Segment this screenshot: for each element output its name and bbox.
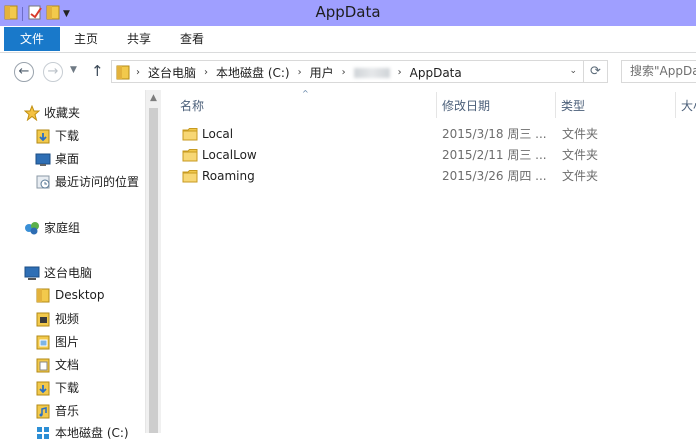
nav-label: 下载: [55, 129, 80, 143]
breadcrumb-username-redacted[interactable]: [353, 67, 390, 78]
file-date: 2015/3/26 周四 ...: [442, 169, 547, 183]
tab-view[interactable]: 查看: [180, 27, 204, 51]
recent-locations-button[interactable]: ▼: [70, 65, 77, 75]
breadcrumb-separator[interactable]: ›: [136, 67, 140, 78]
nav-label: 这台电脑: [44, 266, 93, 280]
file-date: 2015/3/18 周三 ...: [442, 127, 547, 141]
refresh-button[interactable]: ⟳: [584, 60, 608, 83]
homegroup-icon: [24, 220, 40, 236]
nav-label: 音乐: [55, 404, 80, 418]
nav-item-documents[interactable]: 文档: [35, 356, 79, 373]
address-history-button[interactable]: ⌄: [569, 66, 577, 76]
nav-item-music[interactable]: 音乐: [35, 402, 79, 419]
file-row[interactable]: Roaming 2015/3/26 周四 ... 文件夹: [177, 166, 696, 186]
nav-item-recent[interactable]: 最近访问的位置: [35, 173, 139, 190]
file-type: 文件夹: [562, 127, 599, 141]
window-title: AppData: [315, 3, 381, 21]
file-row[interactable]: LocalLow 2015/2/11 周三 ... 文件夹: [177, 145, 696, 165]
desktop-icon: [35, 151, 51, 167]
file-name: Roaming: [202, 169, 255, 183]
nav-this-pc[interactable]: 这台电脑: [24, 264, 92, 281]
music-folder-icon: [35, 403, 51, 419]
nav-favorites[interactable]: 收藏夹: [23, 104, 81, 121]
nav-label: Desktop: [55, 288, 105, 302]
tab-share[interactable]: 共享: [127, 27, 151, 51]
ribbon-tabs: 文件 主页 共享 查看: [0, 26, 696, 53]
address-bar[interactable]: › 这台电脑 › 本地磁盘 (C:) › 用户 › › AppData ⌄: [111, 60, 584, 83]
arrow-right-icon: →: [47, 64, 59, 79]
nav-label: 文档: [55, 358, 80, 372]
folder-icon: [182, 147, 198, 163]
breadcrumb-separator[interactable]: ›: [398, 67, 402, 78]
nav-item-videos[interactable]: 视频: [35, 310, 79, 327]
breadcrumb-current[interactable]: AppData: [410, 66, 462, 80]
file-row[interactable]: Local 2015/3/18 周三 ... 文件夹: [177, 124, 696, 144]
nav-label: 下载: [55, 381, 80, 395]
nav-homegroup[interactable]: 家庭组: [24, 219, 80, 236]
nav-item-downloads-pc[interactable]: 下载: [35, 379, 79, 396]
arrow-up-icon: ↑: [91, 62, 104, 80]
title-bar: ▼ AppData: [0, 0, 696, 26]
column-divider[interactable]: [436, 92, 437, 118]
star-icon: [23, 104, 41, 121]
breadcrumb-this-pc[interactable]: 这台电脑: [148, 64, 196, 81]
folder-icon: [182, 168, 198, 184]
column-header-type[interactable]: 类型: [561, 95, 585, 117]
recent-places-icon: [35, 174, 51, 190]
videos-folder-icon: [35, 311, 51, 327]
nav-pane-scrollbar[interactable]: ▲: [145, 90, 161, 433]
nav-item-downloads[interactable]: 下载: [35, 127, 79, 144]
scrollbar-thumb[interactable]: [149, 108, 158, 433]
breadcrumb: › 这台电脑 › 本地磁盘 (C:) › 用户 › › AppData: [136, 64, 462, 81]
file-type: 文件夹: [562, 169, 599, 183]
nav-label: 图片: [55, 335, 80, 349]
downloads-folder-icon: [35, 128, 51, 144]
breadcrumb-separator[interactable]: ›: [342, 67, 346, 78]
up-button[interactable]: ↑: [91, 62, 104, 80]
back-button[interactable]: ←: [14, 62, 34, 82]
search-input[interactable]: 搜索"AppData": [621, 60, 696, 83]
navigation-bar: ← → ▼ ↑ › 这台电脑 › 本地磁盘 (C:) › 用户 › › AppD…: [0, 53, 696, 90]
documents-folder-icon: [35, 357, 51, 373]
tab-file[interactable]: 文件: [4, 27, 60, 51]
folder-icon: [116, 64, 130, 83]
nav-item-desktop[interactable]: 桌面: [35, 150, 79, 167]
forward-button[interactable]: →: [43, 62, 63, 82]
nav-label: 视频: [55, 312, 80, 326]
chevron-down-icon: ▼: [70, 65, 77, 75]
file-type: 文件夹: [562, 148, 599, 162]
file-name: Local: [202, 127, 234, 141]
refresh-icon: ⟳: [590, 64, 601, 79]
computer-icon: [24, 265, 40, 281]
pictures-folder-icon: [35, 334, 51, 350]
breadcrumb-separator[interactable]: ›: [298, 67, 302, 78]
nav-label: 收藏夹: [44, 106, 81, 120]
nav-label: 最近访问的位置: [55, 175, 140, 189]
file-list: ^ 名称 修改日期 类型 大小 Local 2015/3/18 周三 ... 文…: [162, 89, 696, 433]
column-header-date[interactable]: 修改日期: [442, 95, 490, 117]
folder-icon: [35, 287, 51, 303]
navigation-pane: 收藏夹 下载 桌面 最近访问的位置 家庭组 这台电脑 Desktop 视频 图片…: [0, 90, 145, 440]
file-date: 2015/2/11 周三 ...: [442, 148, 547, 162]
column-header-name[interactable]: 名称: [180, 95, 204, 117]
column-divider[interactable]: [675, 92, 676, 118]
nav-label: 桌面: [55, 152, 80, 166]
file-name: LocalLow: [202, 148, 257, 162]
downloads-folder-icon: [35, 380, 51, 396]
nav-item-desktop-folder[interactable]: Desktop: [35, 287, 105, 303]
breadcrumb-users[interactable]: 用户: [310, 64, 334, 81]
breadcrumb-local-disk[interactable]: 本地磁盘 (C:): [216, 64, 290, 81]
column-divider[interactable]: [555, 92, 556, 118]
nav-item-pictures[interactable]: 图片: [35, 333, 79, 350]
folder-icon: [182, 126, 198, 142]
scroll-up-icon[interactable]: ▲: [150, 93, 157, 103]
column-header-size[interactable]: 大小: [681, 95, 696, 117]
nav-label: 家庭组: [44, 221, 81, 235]
arrow-left-icon: ←: [18, 64, 30, 79]
sort-ascending-icon: ^: [302, 89, 309, 98]
breadcrumb-separator[interactable]: ›: [204, 67, 208, 78]
chevron-down-icon: ⌄: [569, 66, 577, 76]
tab-home[interactable]: 主页: [74, 27, 98, 51]
